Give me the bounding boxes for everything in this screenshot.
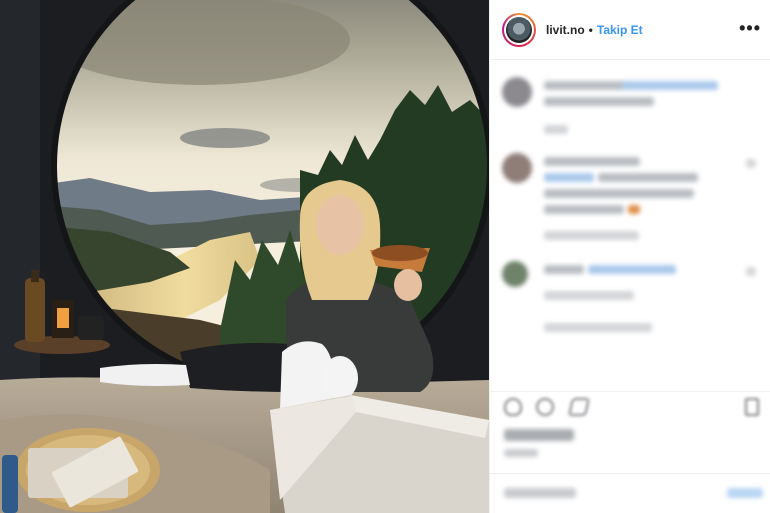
comment-meta — [544, 231, 639, 240]
post-sidebar: livit.no • Takip Et ••• — [489, 0, 770, 513]
heart-icon[interactable] — [504, 398, 522, 416]
heart-icon[interactable] — [746, 267, 756, 276]
likes-count[interactable] — [504, 429, 574, 441]
post-photo[interactable] — [0, 0, 489, 513]
comment-item — [502, 153, 760, 248]
comment-emoji — [628, 205, 640, 214]
comment-text — [622, 81, 718, 90]
username-link[interactable]: livit.no — [546, 23, 585, 37]
post-header: livit.no • Takip Et ••• — [490, 0, 770, 60]
comment-text — [588, 265, 676, 274]
avatar-ring — [504, 14, 534, 45]
follow-button[interactable]: Takip Et — [597, 23, 643, 37]
comment-text — [544, 157, 640, 166]
comment-text — [598, 173, 698, 182]
comment-meta — [544, 291, 634, 300]
user-info: livit.no • Takip Et — [546, 23, 643, 37]
more-options-icon[interactable]: ••• — [739, 18, 761, 39]
comment-text — [544, 189, 694, 198]
comment-text — [544, 173, 594, 182]
comment-text — [544, 205, 624, 214]
bookmark-icon[interactable] — [745, 398, 759, 416]
comment-icon[interactable] — [536, 398, 554, 416]
avatar[interactable] — [502, 12, 536, 47]
view-replies-text — [544, 323, 652, 332]
comment-avatar[interactable] — [502, 261, 528, 287]
comment-avatar[interactable] — [502, 153, 532, 183]
comment-text — [544, 97, 654, 106]
post-date — [504, 449, 538, 457]
post-actions — [490, 391, 770, 513]
comments-list — [490, 61, 770, 391]
separator-dot: • — [588, 22, 593, 37]
add-comment-input[interactable] — [504, 488, 576, 498]
share-icon[interactable] — [568, 398, 590, 416]
avatar-image — [506, 16, 532, 43]
divider — [490, 473, 770, 474]
photo-image — [0, 0, 489, 513]
comment-text — [544, 265, 584, 274]
comment-avatar[interactable] — [502, 77, 532, 107]
comment-item — [502, 77, 760, 147]
post-comment-button[interactable] — [727, 488, 763, 498]
comment-meta — [544, 125, 568, 134]
view-replies[interactable] — [502, 319, 760, 339]
heart-icon[interactable] — [746, 159, 756, 168]
